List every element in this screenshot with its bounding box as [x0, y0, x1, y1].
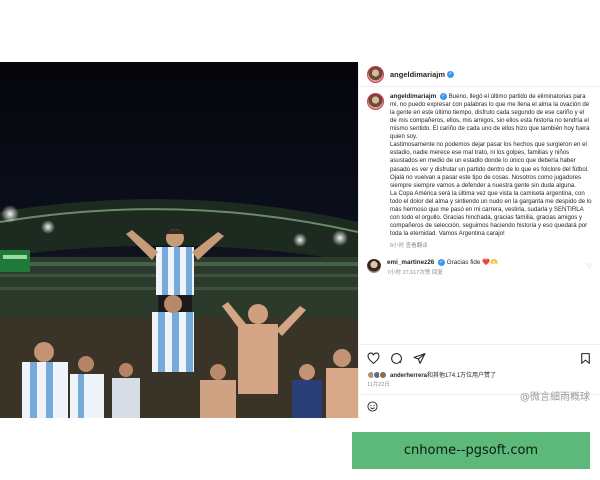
- post-header: angeldimariajm ✓: [359, 62, 600, 87]
- commenter-avatar[interactable]: [367, 258, 381, 273]
- commenter-username[interactable]: emi_martinez26: [387, 259, 434, 266]
- comment-meta[interactable]: 7小时 27,617次赞 回复: [387, 269, 587, 277]
- verified-badge-icon: ✓: [438, 258, 446, 266]
- share-icon[interactable]: [413, 352, 426, 365]
- caption-meta[interactable]: 8小时 查看翻译: [390, 241, 592, 249]
- caption-username[interactable]: angeldimariajm: [390, 93, 436, 100]
- banner-text: cnhome--pgsoft.com: [403, 443, 539, 458]
- post-detail-panel: angeldimariajm ✓ angeldimariajm ✓ Bueno,…: [358, 62, 600, 418]
- post-photo[interactable]: [0, 62, 358, 418]
- comment-text: Gracias fide ❤️🫶: [446, 259, 498, 267]
- watermark: @微言細雨概球: [520, 392, 590, 403]
- celebration-photo: [0, 62, 358, 418]
- liker-avatar: [379, 370, 387, 379]
- bookmark-icon[interactable]: [579, 352, 592, 365]
- likes-text: anderherrera和其他174.1万位用户赞了: [390, 370, 496, 379]
- caption-text: Bueno, llegó el último partido de elimin…: [390, 93, 592, 237]
- site-banner[interactable]: cnhome--pgsoft.com: [352, 432, 590, 469]
- verified-badge-icon: ✓: [447, 70, 455, 78]
- comment-row: emi_martinez26 ✓ Gracias fide ❤️🫶 7小时 27…: [359, 258, 600, 277]
- author-avatar[interactable]: [367, 65, 384, 83]
- post-date: 11月22日: [367, 382, 390, 388]
- author-username[interactable]: angeldimariajm: [390, 70, 445, 79]
- verified-badge-icon: ✓: [439, 93, 447, 100]
- action-bar: [359, 344, 600, 366]
- liker-username[interactable]: anderherrera: [390, 373, 427, 379]
- heart-icon[interactable]: [367, 352, 380, 365]
- post-caption: angeldimariajm ✓ Bueno, llegó el último …: [390, 93, 592, 238]
- caption-block: angeldimariajm ✓ Bueno, llegó el último …: [359, 87, 600, 249]
- likes-summary[interactable]: anderherrera和其他174.1万位用户赞了: [367, 370, 496, 379]
- likes-count-text: 和其他174.1万位用户赞了: [427, 373, 497, 379]
- emoji-icon[interactable]: [367, 401, 378, 412]
- comment-icon[interactable]: [390, 352, 403, 365]
- comment-like-icon[interactable]: ♡: [587, 263, 592, 270]
- caption-avatar[interactable]: [367, 93, 384, 110]
